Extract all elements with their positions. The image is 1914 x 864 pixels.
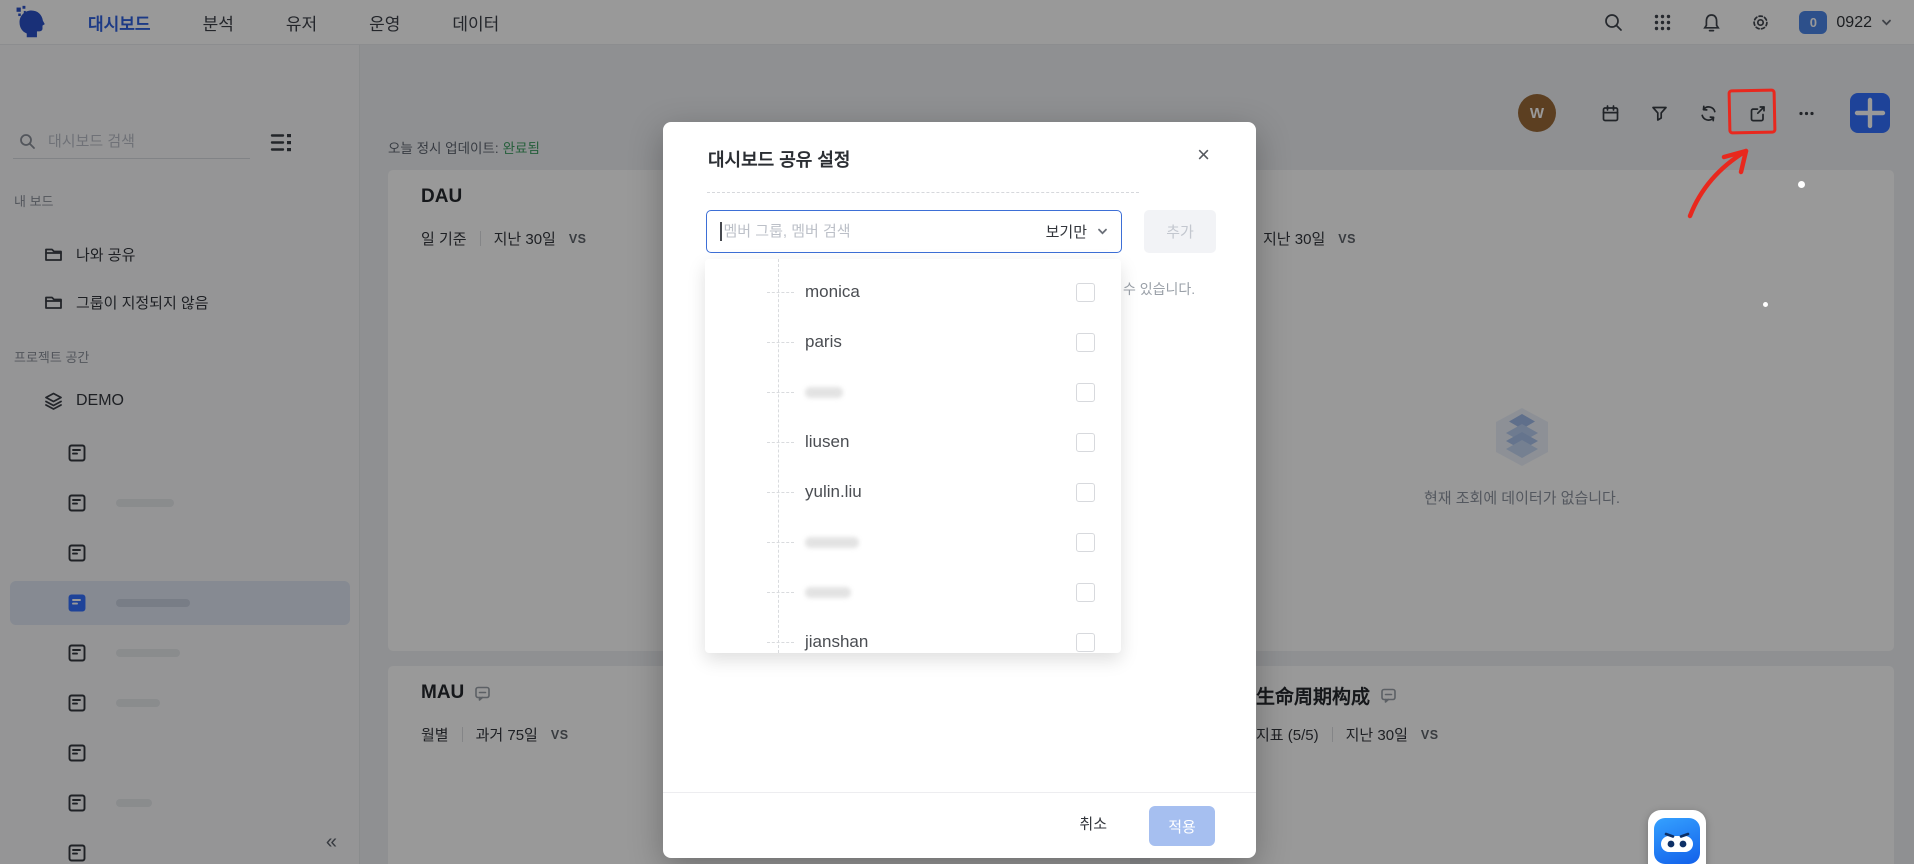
annotation-red-rectangle — [1727, 88, 1777, 135]
chat-bot-icon — [1654, 818, 1700, 864]
annotation-red-arrow — [1687, 148, 1749, 219]
redacted-name — [805, 586, 851, 598]
member-dropdown-panel: monica paris liusen yulin.liu jianshan — [705, 259, 1121, 653]
member-name: yulin.liu — [805, 482, 862, 501]
add-member-button[interactable]: 추가 — [1144, 210, 1216, 253]
apply-button[interactable]: 적용 — [1149, 806, 1215, 846]
member-name: paris — [805, 332, 842, 351]
member-row[interactable]: liusen — [705, 417, 1121, 467]
member-search-box: 보기만 — [706, 210, 1122, 253]
modal-title: 대시보드 공유 설정 — [708, 150, 851, 170]
app-screen: 대시보드 분석 유저 운영 데이터 0 0922 대시보드 검색 내 보드 나와… — [0, 0, 1914, 864]
redacted-name — [805, 536, 859, 548]
share-hint-fragment: 수 있습니다. — [1123, 281, 1196, 297]
member-row[interactable]: paris — [705, 317, 1121, 367]
member-checkbox[interactable] — [1076, 432, 1095, 452]
chevron-down-icon — [1098, 228, 1107, 235]
cancel-button[interactable]: 취소 — [1079, 813, 1107, 834]
chat-widget-button[interactable] — [1648, 810, 1706, 864]
permission-value: 보기만 — [1045, 224, 1087, 241]
share-settings-modal: 대시보드 공유 설정 × 보기만 추가 수 있습니다. monica — [663, 122, 1256, 858]
member-row[interactable]: yulin.liu — [705, 467, 1121, 517]
member-checkbox[interactable] — [1076, 282, 1095, 302]
member-checkbox[interactable] — [1076, 382, 1095, 402]
member-row[interactable]: jianshan — [705, 617, 1121, 653]
text-cursor — [720, 222, 722, 241]
member-checkbox[interactable] — [1076, 632, 1095, 652]
annotation-white-dot — [1763, 302, 1768, 307]
member-search-input[interactable] — [723, 223, 1046, 240]
permission-select[interactable]: 보기만 — [1046, 221, 1108, 242]
member-name: jianshan — [805, 632, 869, 651]
member-row[interactable]: monica — [705, 267, 1121, 317]
annotation-white-dot — [1798, 181, 1805, 188]
close-icon[interactable]: × — [1197, 144, 1210, 166]
member-name: liusen — [805, 432, 850, 451]
member-row-redacted[interactable] — [705, 517, 1121, 567]
member-row-redacted[interactable] — [705, 367, 1121, 417]
member-checkbox[interactable] — [1076, 332, 1095, 352]
redacted-name — [805, 386, 843, 398]
member-name: monica — [805, 282, 860, 301]
divider-dashed — [707, 192, 1139, 193]
member-checkbox[interactable] — [1076, 582, 1095, 602]
member-row-redacted[interactable] — [705, 567, 1121, 617]
member-checkbox[interactable] — [1076, 482, 1095, 502]
modal-footer: 취소 적용 — [663, 792, 1256, 858]
member-checkbox[interactable] — [1076, 532, 1095, 552]
